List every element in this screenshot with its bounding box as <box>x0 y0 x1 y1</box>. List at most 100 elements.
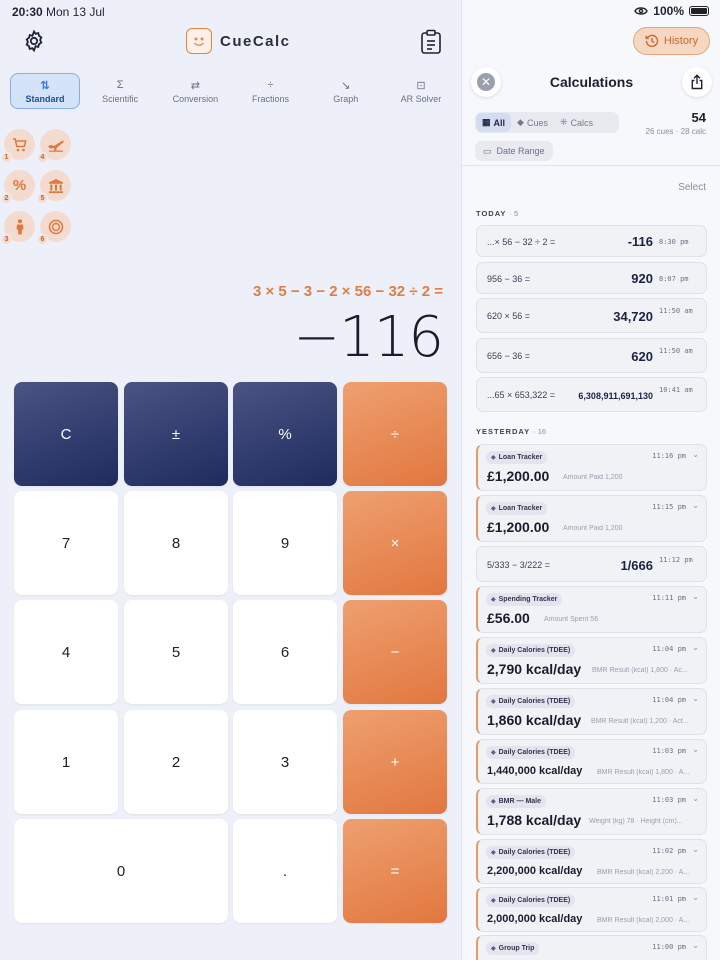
cue-shortcut-plate[interactable]: 6 <box>37 211 71 245</box>
digit-8-button[interactable]: 8 <box>124 491 228 595</box>
cue-item[interactable]: ◆ Daily Calories (TDEE) 11:02 pm ⌄ 2,200,… <box>476 839 707 884</box>
share-icon <box>691 74 703 90</box>
cue-tag: ◆ Daily Calories (TDEE) <box>486 695 576 708</box>
digit-1-button[interactable]: 1 <box>14 710 118 814</box>
diamond-icon: ◆ <box>491 506 496 512</box>
divide-icon: ÷ <box>267 78 274 91</box>
cue-item[interactable]: ◆ Daily Calories (TDEE) 11:04 pm ⌄ 2,790 … <box>476 637 707 684</box>
clipboard-icon[interactable] <box>420 29 442 55</box>
cue-shortcut-plane[interactable]: 4 <box>37 129 71 163</box>
shortcut-number: 1 <box>1 152 12 163</box>
section-label: TODAY <box>476 209 507 218</box>
cue-tag: ◆ Spending Tracker <box>486 593 563 606</box>
history-button[interactable]: History <box>633 27 710 55</box>
chevron-down-icon[interactable]: ⌄ <box>692 794 699 803</box>
digit-5-button[interactable]: 5 <box>124 600 228 704</box>
item-value: 620 <box>631 349 653 364</box>
tab-scientific[interactable]: Σ Scientific <box>85 73 155 109</box>
filter-calcs[interactable]: ⁜ Calcs <box>554 113 599 132</box>
chevron-down-icon[interactable]: ⌄ <box>692 893 699 902</box>
cue-item[interactable]: ◆ Daily Calories (TDEE) 11:04 pm ⌄ 1,860 … <box>476 688 707 735</box>
shortcut-number: 4 <box>37 152 48 163</box>
chevron-down-icon[interactable]: ⌄ <box>692 592 699 601</box>
item-value: 6,308,911,691,130 <box>578 391 653 401</box>
battery-icon <box>689 6 709 16</box>
digit-9-button[interactable]: 9 <box>233 491 337 595</box>
chevron-down-icon[interactable]: ⌄ <box>692 745 699 754</box>
cue-amount: 1,860 kcal/day <box>487 712 582 728</box>
cue-item[interactable]: ◆ Spending Tracker 11:11 pm ⌄ £56.00 Amou… <box>476 586 707 633</box>
date-range-button[interactable]: ▭ Date Range <box>475 141 553 161</box>
tab-fractions[interactable]: ÷ Fractions <box>236 73 306 109</box>
diamond-icon: ◆ <box>491 750 496 756</box>
digit-4-button[interactable]: 4 <box>14 600 118 704</box>
cue-amount: £1,200.00 <box>487 519 550 535</box>
item-value: -116 <box>627 234 653 249</box>
percent-button[interactable]: % <box>233 382 337 486</box>
tab-graph[interactable]: ↘ Graph <box>311 73 381 109</box>
chevron-down-icon[interactable]: ⌄ <box>692 501 699 510</box>
filter-all[interactable]: ▦ All <box>476 113 512 132</box>
digit-7-button[interactable]: 7 <box>14 491 118 595</box>
cue-item[interactable]: ◆ Daily Calories (TDEE) 11:01 pm ⌄ 2,000,… <box>476 887 707 932</box>
scan-icon: ⊡ <box>416 79 426 92</box>
filter-label: Calcs <box>570 117 594 128</box>
chevron-down-icon[interactable]: ⌄ <box>692 845 699 854</box>
item-time: 11:50 am <box>659 347 693 355</box>
history-item[interactable]: 5/333 − 3/222 = 1/666 11:12 pm <box>476 546 707 582</box>
gear-icon[interactable] <box>22 29 46 53</box>
history-item[interactable]: ...× 56 − 32 ÷ 2 = -116 8:30 pm <box>476 225 707 257</box>
diamond-icon: ◆ <box>491 799 496 805</box>
add-button[interactable]: + <box>343 710 447 814</box>
equals-button[interactable]: = <box>343 819 447 923</box>
chevron-down-icon[interactable]: ⌄ <box>692 643 699 652</box>
divide-button[interactable]: ÷ <box>343 382 447 486</box>
tab-label: AR Solver <box>400 93 442 104</box>
tab-label: Fractions <box>252 93 290 104</box>
tab-conversion[interactable]: ⇄ Conversion <box>160 73 230 109</box>
shortcut-number: 2 <box>1 193 12 204</box>
tab-label: Scientific <box>102 93 139 104</box>
cue-amount: 2,000,000 kcal/day <box>487 913 583 925</box>
cue-detail: BMR Result (kcal) 1,800 · Ac... <box>592 667 688 674</box>
plus-minus-button[interactable]: ± <box>124 382 228 486</box>
item-time: 11:15 pm <box>652 503 686 511</box>
count-breakdown: 26 cues · 28 calc <box>645 127 706 136</box>
select-button[interactable]: Select <box>678 182 706 193</box>
cue-tag-label: Group Trip <box>498 945 535 952</box>
clear-button[interactable]: C <box>14 382 118 486</box>
cue-item[interactable]: ◆ Loan Tracker 11:15 pm ⌄ £1,200.00 Amoun… <box>476 495 707 542</box>
tab-ar-solver[interactable]: ⊡ AR Solver <box>386 73 456 109</box>
cart-icon <box>12 137 27 151</box>
history-item[interactable]: 956 − 36 = 920 8:07 pm <box>476 262 707 294</box>
sigma-icon: Σ <box>116 78 124 91</box>
filter-cues[interactable]: ◆ Cues <box>511 113 554 132</box>
history-item[interactable]: 656 − 36 = 620 11:50 am <box>476 338 707 373</box>
cue-item[interactable]: ◆ Loan Tracker 11:16 pm ⌄ £1,200.00 Amoun… <box>476 444 707 491</box>
cue-item[interactable]: ◆ Daily Calories (TDEE) 11:03 pm ⌄ 1,440,… <box>476 739 707 784</box>
digit-2-button[interactable]: 2 <box>124 710 228 814</box>
cue-shortcut-percent[interactable]: % 2 <box>1 170 35 204</box>
diamond-icon: ◆ <box>491 850 496 856</box>
tab-standard[interactable]: ⇅ Standard <box>10 73 80 109</box>
cue-item[interactable]: ◆ Group Trip 11:00 pm ⌄ <box>476 935 707 960</box>
multiply-button[interactable]: × <box>343 491 447 595</box>
chevron-down-icon[interactable]: ⌄ <box>692 694 699 703</box>
share-button[interactable] <box>682 67 712 97</box>
digit-6-button[interactable]: 6 <box>233 600 337 704</box>
cue-item[interactable]: ◆ BMR — Male 11:03 pm ⌄ 1,788 kcal/day We… <box>476 788 707 835</box>
diamond-icon: ◆ <box>491 946 496 952</box>
subtract-button[interactable]: − <box>343 600 447 704</box>
keypad: C ± % ÷ 7 8 9 × 4 5 6 − 1 2 3 + 0 . = <box>14 382 447 924</box>
chevron-down-icon[interactable]: ⌄ <box>692 450 699 459</box>
cue-shortcut-person[interactable]: 3 <box>1 211 35 245</box>
decimal-button[interactable]: . <box>233 819 337 923</box>
digit-0-button[interactable]: 0 <box>14 819 228 923</box>
chevron-down-icon[interactable]: ⌄ <box>692 941 699 950</box>
digit-3-button[interactable]: 3 <box>233 710 337 814</box>
cue-shortcut-cart[interactable]: 1 <box>1 129 35 163</box>
history-button-label: History <box>663 35 699 47</box>
history-item[interactable]: ...65 × 653,322 = 6,308,911,691,130 10:4… <box>476 377 707 412</box>
cue-shortcut-bank[interactable]: 5 <box>37 170 71 204</box>
history-item[interactable]: 620 × 56 = 34,720 11:50 am <box>476 298 707 333</box>
